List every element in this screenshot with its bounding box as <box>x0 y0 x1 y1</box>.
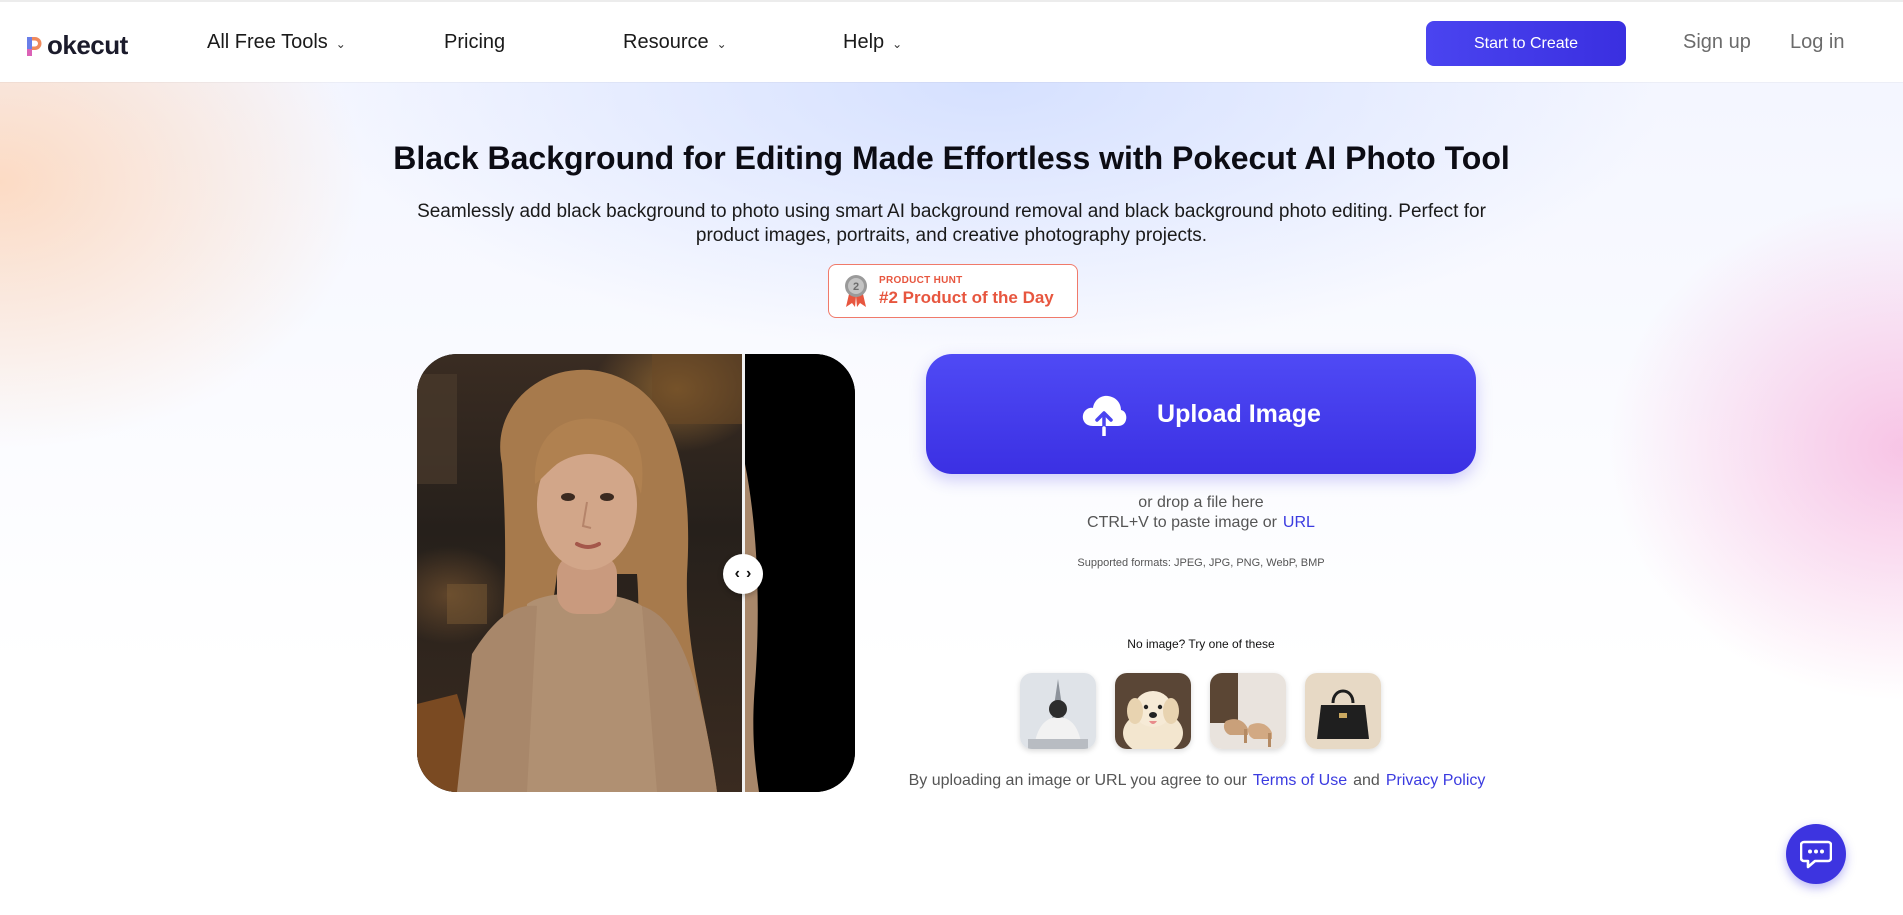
nav-help[interactable]: Help ⌄ <box>843 31 902 54</box>
log-in-link[interactable]: Log in <box>1790 31 1845 54</box>
url-link[interactable]: URL <box>1283 514 1315 531</box>
agreement-text: By uploading an image or URL you agree t… <box>900 772 1500 790</box>
before-after-comparison[interactable]: ‹ › <box>417 354 855 792</box>
nav-label: Pricing <box>444 31 506 53</box>
upload-image-button[interactable]: Upload Image <box>926 354 1476 474</box>
medal-rank: 2 <box>853 281 859 293</box>
chevron-down-icon: ⌄ <box>335 36 346 51</box>
supported-formats: Supported formats: JPEG, JPG, PNG, WebP,… <box>1077 557 1325 569</box>
start-to-create-button[interactable]: Start to Create <box>1426 21 1626 66</box>
chat-support-button[interactable] <box>1786 824 1846 884</box>
sample-person-eiffel-tower[interactable] <box>1020 673 1096 749</box>
pokecut-logo[interactable]: okecut <box>24 30 128 61</box>
nav-label: All Free Tools <box>207 31 328 53</box>
drop-hint: or drop a file here <box>1138 494 1264 511</box>
upload-image-label: Upload Image <box>1157 399 1321 428</box>
hair-edge <box>745 464 759 792</box>
sample-images <box>1020 673 1381 749</box>
sample-golden-retriever[interactable] <box>1115 673 1191 749</box>
nav-pricing[interactable]: Pricing <box>444 31 505 54</box>
badge-text: PRODUCT HUNT #2 Product of the Day <box>879 275 1054 308</box>
comparison-slider-handle[interactable]: ‹ › <box>723 554 763 594</box>
agreement-and: and <box>1353 772 1380 789</box>
badge-main-label: #2 Product of the Day <box>879 287 1054 307</box>
chevron-right-icon: › <box>746 565 752 582</box>
golden-retriever-image <box>1115 673 1191 749</box>
original-portrait-image <box>417 354 742 792</box>
paste-hint: CTRL+V to paste image or <box>1087 514 1277 531</box>
pokecut-logo-icon <box>24 34 46 58</box>
samples-title: No image? Try one of these <box>1127 637 1275 651</box>
chat-bubble-icon <box>1800 840 1832 869</box>
page-subtitle: Seamlessly add black background to photo… <box>417 201 1486 246</box>
medal-icon: 2 <box>845 275 867 307</box>
badge-small-label: PRODUCT HUNT <box>879 274 963 286</box>
privacy-policy-link[interactable]: Privacy Policy <box>1386 772 1486 789</box>
nav-label: Help <box>843 31 885 53</box>
person-eiffel-tower-image <box>1020 673 1096 749</box>
terms-of-use-link[interactable]: Terms of Use <box>1253 772 1347 789</box>
paste-hint-row: CTRL+V to paste image or URL <box>926 514 1476 532</box>
beige-heels-image <box>1210 673 1286 749</box>
logo-text: okecut <box>47 30 128 60</box>
product-hunt-badge[interactable]: 2 PRODUCT HUNT #2 Product of the Day <box>828 264 1078 318</box>
chevron-down-icon: ⌄ <box>892 36 903 51</box>
cloud-upload-icon <box>1082 395 1127 436</box>
top-navigation: okecut All Free Tools ⌄ Pricing Resource… <box>0 0 1903 82</box>
nav-label: Resource <box>623 31 709 53</box>
sample-black-handbag[interactable] <box>1305 673 1381 749</box>
sample-beige-heels[interactable] <box>1210 673 1286 749</box>
black-handbag-image <box>1305 673 1381 749</box>
nav-all-free-tools[interactable]: All Free Tools ⌄ <box>207 31 346 54</box>
sign-up-link[interactable]: Sign up <box>1683 31 1751 54</box>
chevron-down-icon: ⌄ <box>716 36 727 51</box>
agreement-prefix: By uploading an image or URL you agree t… <box>908 772 1247 789</box>
chevron-left-icon: ‹ <box>734 565 740 582</box>
nav-resource[interactable]: Resource ⌄ <box>623 31 727 54</box>
main-content: Black Background for Editing Made Effort… <box>0 82 1903 915</box>
page-title: Black Background for Editing Made Effort… <box>393 140 1510 176</box>
